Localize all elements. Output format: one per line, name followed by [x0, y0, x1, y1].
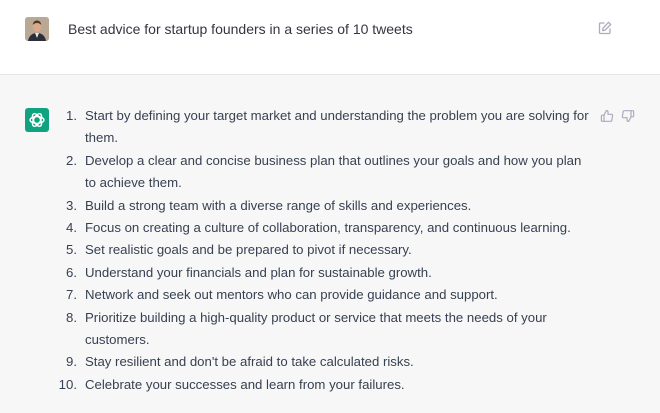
list-item-number: 1.	[66, 108, 77, 123]
list-item-text: Celebrate your successes and learn from …	[85, 376, 405, 392]
list-item-text: Set realistic goals and be prepared to p…	[85, 242, 412, 258]
list-item-text: Prioritize building a high-quality produ…	[85, 309, 547, 348]
list-item: 1. Start by defining your target market a…	[58, 105, 592, 150]
list-item-text: Stay resilient and don't be afraid to ta…	[85, 354, 414, 370]
list-item: 8. Prioritize building a high-quality pro…	[58, 307, 592, 352]
user-message-text: Best advice for startup founders in a se…	[68, 21, 413, 37]
advice-list: 1. Start by defining your target market a…	[58, 105, 592, 396]
user-message-row: Best advice for startup founders in a se…	[0, 0, 660, 75]
list-item: 7. Network and seek out mentors who can p…	[58, 284, 592, 306]
list-item: 3. Build a strong team with a diverse ran…	[58, 195, 592, 217]
list-item-text: Develop a clear and concise business pla…	[85, 152, 582, 191]
list-item: 5. Set realistic goals and be prepared to…	[58, 239, 592, 261]
list-item-text: Understand your financials and plan for …	[85, 264, 432, 280]
list-item-number: 8.	[66, 309, 77, 325]
list-item-number: 2.	[66, 152, 77, 168]
assistant-message-text: 1. Start by defining your target market a…	[58, 105, 592, 396]
list-item-text: Start by defining your target market and…	[85, 108, 589, 146]
list-item-text: Build a strong team with a diverse range…	[85, 197, 472, 213]
list-item-number: 5.	[66, 242, 77, 258]
list-item-number: 9.	[66, 354, 77, 370]
list-item: 9. Stay resilient and don't be afraid to …	[58, 351, 592, 373]
list-item: 6. Understand your financials and plan fo…	[58, 262, 592, 284]
list-item: 2. Develop a clear and concise business p…	[58, 150, 592, 195]
list-item-text: Focus on creating a culture of collabora…	[85, 220, 571, 236]
list-item-number: 3.	[66, 197, 77, 213]
list-item-number: 4.	[66, 220, 77, 236]
edit-icon[interactable]	[597, 20, 613, 36]
thumbs-down-icon[interactable]	[621, 109, 635, 123]
list-item: 10. Celebrate your successes and learn fr…	[58, 374, 592, 396]
list-item-text: Network and seek out mentors who can pro…	[85, 287, 498, 303]
assistant-message-row: 1. Start by defining your target market a…	[0, 75, 660, 413]
openai-logo-icon	[25, 108, 49, 132]
thumbs-up-icon[interactable]	[600, 109, 614, 123]
user-avatar	[25, 17, 49, 41]
list-item-number: 6.	[66, 264, 77, 280]
list-item-number: 10.	[58, 376, 77, 392]
list-item: 4. Focus on creating a culture of collabo…	[58, 217, 592, 239]
list-item-number: 7.	[66, 287, 77, 303]
